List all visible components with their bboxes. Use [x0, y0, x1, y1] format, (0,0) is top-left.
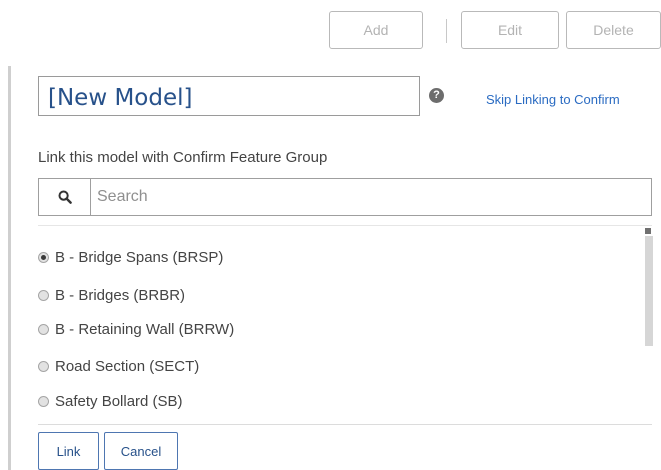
add-button[interactable]: Add — [329, 11, 423, 49]
toolbar-separator — [446, 19, 447, 43]
radio-button[interactable] — [38, 323, 49, 335]
scrollbar-thumb[interactable] — [645, 236, 653, 346]
list-item[interactable]: B - Bridges (BRBR) — [38, 283, 185, 307]
radio-button[interactable] — [38, 360, 49, 372]
list-item[interactable]: Safety Bollard (SB) — [38, 389, 183, 413]
feature-group-list: B - Bridge Spans (BRSP) B - Bridges (BRB… — [38, 227, 650, 425]
search-box — [38, 178, 652, 216]
link-section-label: Link this model with Confirm Feature Gro… — [38, 149, 328, 166]
skip-linking-link[interactable]: Skip Linking to Confirm — [486, 92, 620, 107]
search-button[interactable] — [39, 179, 91, 215]
edit-button[interactable]: Edit — [461, 11, 559, 49]
panel-left-border — [8, 66, 11, 470]
list-item-label: B - Bridge Spans (BRSP) — [55, 248, 224, 266]
list-divider-top — [38, 225, 652, 226]
list-item-label: Road Section (SECT) — [55, 357, 200, 375]
list-item[interactable]: Road Section (SECT) — [38, 354, 199, 378]
radio-button[interactable] — [38, 395, 49, 407]
search-input[interactable] — [97, 179, 637, 215]
cancel-button[interactable]: Cancel — [104, 432, 178, 470]
list-item[interactable]: B - Bridge Spans (BRSP) — [38, 245, 223, 269]
list-item-label: B - Retaining Wall (BRRW) — [55, 320, 235, 338]
link-button[interactable]: Link — [38, 432, 99, 470]
scroll-up-arrow-icon[interactable] — [645, 228, 651, 234]
question-circle-icon[interactable]: ? — [429, 88, 444, 103]
delete-button[interactable]: Delete — [566, 11, 661, 49]
radio-button[interactable] — [38, 289, 49, 301]
search-icon — [58, 190, 72, 204]
radio-button[interactable] — [38, 251, 49, 263]
list-item[interactable]: B - Retaining Wall (BRRW) — [38, 317, 234, 341]
list-divider-bottom — [38, 424, 652, 425]
model-name-field[interactable]: [New Model] — [38, 76, 420, 116]
list-item-label: B - Bridges (BRBR) — [55, 286, 186, 304]
list-item-label: Safety Bollard (SB) — [55, 392, 183, 410]
